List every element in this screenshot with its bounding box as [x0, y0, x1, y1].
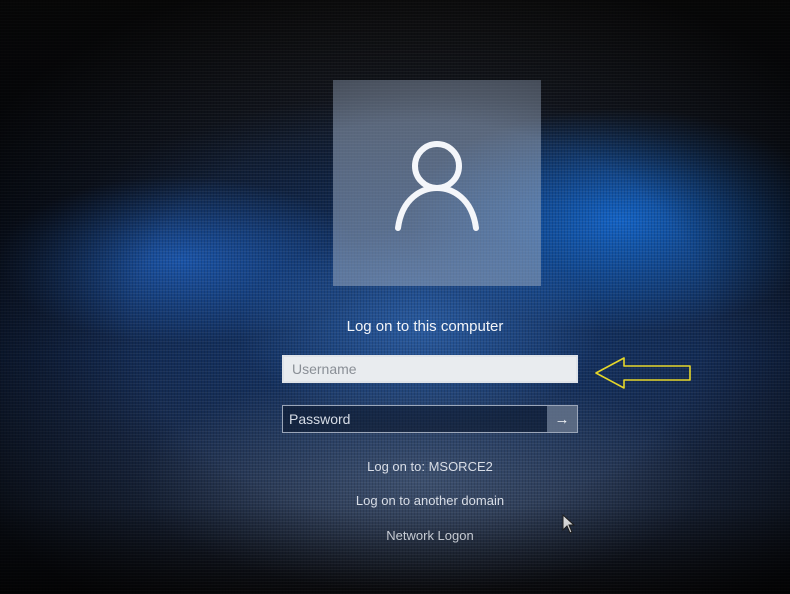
username-input[interactable] — [282, 355, 578, 383]
arrow-right-icon: → — [554, 410, 570, 428]
password-field: → — [282, 405, 578, 433]
user-avatar-tile — [333, 80, 541, 286]
submit-arrow-button[interactable]: → — [547, 406, 577, 432]
mouse-pointer-icon — [562, 514, 576, 534]
arrow-left-icon — [595, 357, 691, 389]
link-log-on-to-msorce2[interactable]: Log on to: MSORCE2 — [300, 459, 560, 474]
link-network-logon[interactable]: Network Logon — [300, 528, 560, 543]
login-screen: Log on to this computer → Log on to: MSO… — [0, 0, 790, 594]
user-silhouette-icon — [395, 141, 479, 231]
password-input[interactable] — [283, 406, 545, 432]
link-log-on-another-domain[interactable]: Log on to another domain — [300, 493, 560, 508]
login-title: Log on to this computer — [346, 318, 504, 335]
